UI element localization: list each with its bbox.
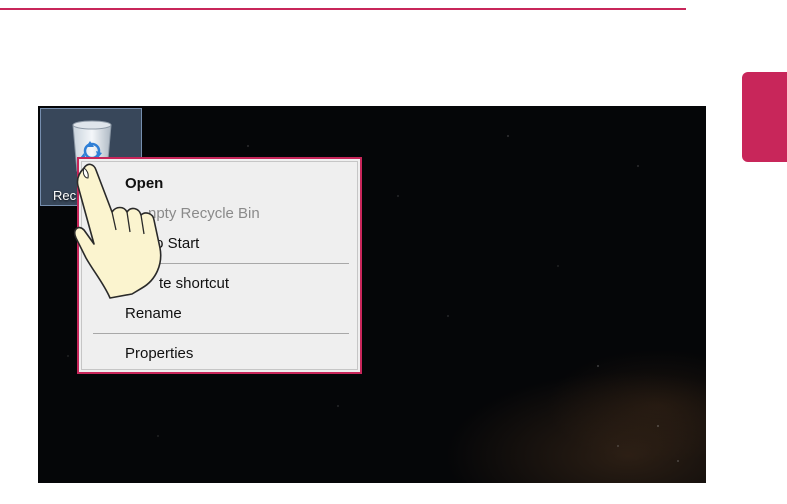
menu-item-properties[interactable]: Properties <box>125 343 193 365</box>
menu-separator <box>93 333 349 334</box>
side-chapter-tab <box>742 72 787 162</box>
menu-item-rename[interactable]: Rename <box>125 303 182 325</box>
pointing-hand-icon <box>64 160 184 300</box>
top-accent-rule <box>0 8 686 10</box>
